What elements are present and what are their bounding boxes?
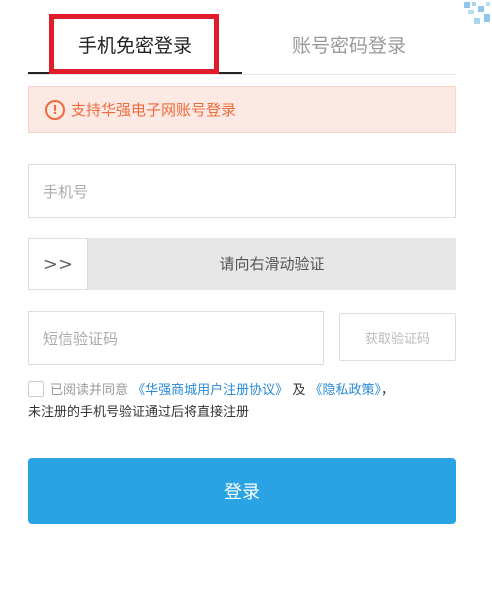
agree-and: 及 — [292, 383, 306, 398]
phone-placeholder: 手机号 — [43, 182, 89, 201]
notice-banner: ! 支持华强电子网账号登录 — [28, 86, 456, 133]
tab-password-login[interactable]: 账号密码登录 — [242, 18, 456, 74]
agreement-block: 已阅读并同意 《华强商城用户注册协议》 及 《隐私政策》， 未注册的手机号验证通… — [28, 380, 458, 424]
login-button[interactable]: 登录 — [28, 458, 456, 524]
notice-text: 支持华强电子网账号登录 — [71, 101, 237, 119]
agree-prefix: 已阅读并同意 — [50, 383, 129, 398]
slide-verify[interactable]: >> 请向右滑动验证 — [28, 238, 456, 290]
agree-checkbox[interactable] — [28, 381, 44, 397]
register-note: 未注册的手机号验证通过后将直接注册 — [28, 405, 250, 420]
user-agreement-link[interactable]: 《华强商城用户注册协议》 — [132, 383, 288, 398]
sms-placeholder: 短信验证码 — [43, 329, 119, 348]
phone-input[interactable]: 手机号 — [28, 164, 456, 218]
qr-code-icon[interactable] — [456, 0, 492, 30]
get-code-button[interactable]: 获取验证码 — [339, 313, 456, 361]
privacy-policy-link[interactable]: 《隐私政策》 — [309, 383, 381, 398]
double-chevron-right-icon: >> — [42, 253, 74, 275]
warning-icon: ! — [45, 99, 65, 120]
sms-code-input[interactable]: 短信验证码 — [28, 311, 324, 365]
tab-phone-login[interactable]: 手机免密登录 — [28, 18, 242, 74]
agree-comma: ， — [380, 383, 394, 398]
login-tabs: 手机免密登录 账号密码登录 — [28, 18, 456, 75]
slider-hint: 请向右滑动验证 — [219, 255, 325, 273]
slider-handle[interactable]: >> — [28, 238, 88, 290]
